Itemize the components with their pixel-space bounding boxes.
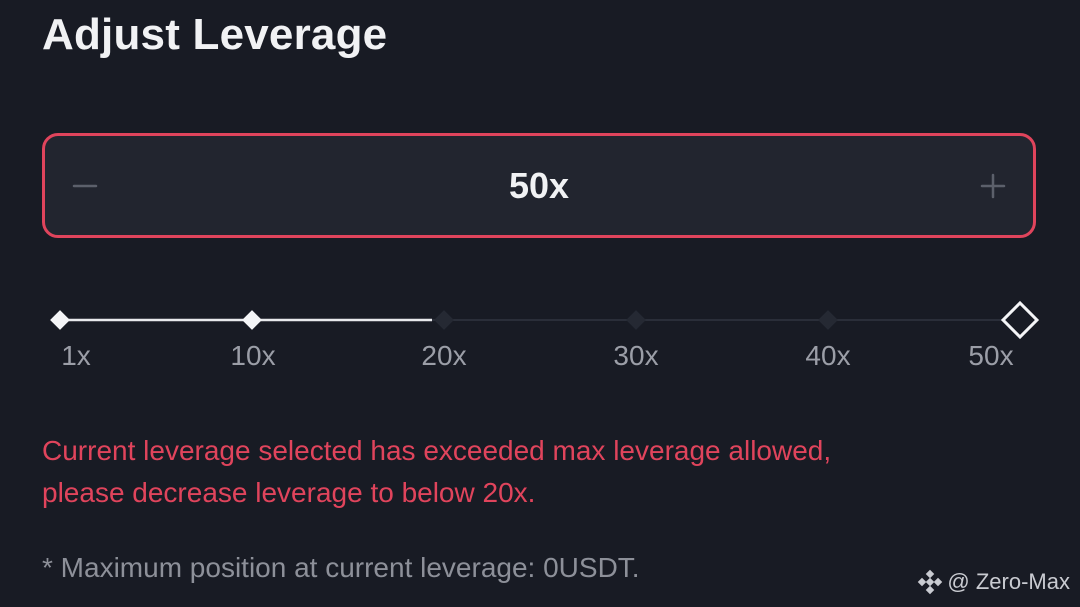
slider-node-10x[interactable]: [242, 310, 262, 330]
slider-tick-labels: 1x 10x 20x 30x 40x 50x: [0, 340, 1080, 380]
max-position-note: * Maximum position at current leverage: …: [42, 552, 640, 583]
tick-label-50x[interactable]: 50x: [968, 340, 1013, 372]
slider-thumb[interactable]: [1000, 300, 1040, 340]
tick-label-20x[interactable]: 20x: [421, 340, 466, 372]
plus-icon: [980, 173, 1006, 198]
binance-logo-icon: [918, 569, 943, 595]
tick-label-30x[interactable]: 30x: [613, 340, 658, 372]
tick-label-40x[interactable]: 40x: [805, 340, 850, 372]
increase-button[interactable]: [953, 136, 1033, 235]
slider-node-30x[interactable]: [626, 310, 646, 330]
warning-line-2: please decrease leverage to below 20x.: [42, 477, 536, 508]
tick-label-10x[interactable]: 10x: [230, 340, 275, 372]
slider-node-40x[interactable]: [818, 310, 838, 330]
watermark: @ Zero-Max: [917, 569, 1070, 595]
slider-node-20x[interactable]: [434, 310, 454, 330]
page-title: Adjust Leverage: [42, 10, 388, 59]
slider-node-1x[interactable]: [50, 310, 70, 330]
leverage-value[interactable]: 50x: [45, 136, 1033, 235]
tick-label-1x[interactable]: 1x: [61, 340, 91, 372]
leverage-warning: Current leverage selected has exceeded m…: [42, 430, 1022, 514]
leverage-stepper[interactable]: 50x: [42, 133, 1036, 238]
warning-line-1: Current leverage selected has exceeded m…: [42, 435, 832, 466]
watermark-text: @ Zero-Max: [947, 569, 1070, 594]
